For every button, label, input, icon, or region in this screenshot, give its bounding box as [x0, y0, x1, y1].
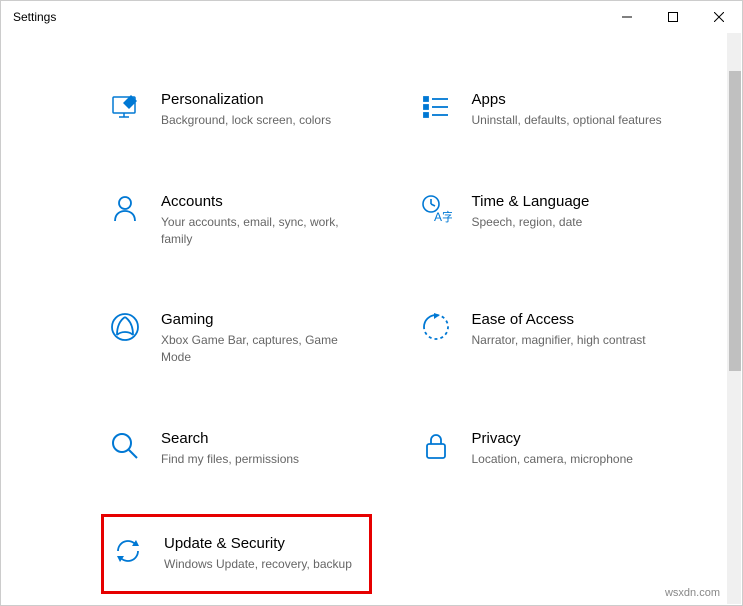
watermark: wsxdn.com [665, 587, 720, 599]
category-text: Update & Security Windows Update, recove… [164, 535, 361, 573]
category-search[interactable]: Search Find my files, permissions [101, 422, 372, 476]
category-title: Search [161, 430, 364, 447]
category-title: Personalization [161, 91, 364, 108]
window-title: Settings [13, 10, 56, 24]
window-controls [604, 1, 742, 33]
category-desc: Location, camera, microphone [472, 451, 675, 468]
time-language-icon: A字 [420, 193, 452, 225]
category-desc: Speech, region, date [472, 214, 675, 231]
accounts-icon [109, 193, 141, 225]
category-title: Update & Security [164, 535, 361, 552]
category-desc: Windows Update, recovery, backup [164, 556, 361, 573]
category-desc: Find my files, permissions [161, 451, 364, 468]
category-title: Accounts [161, 193, 364, 210]
category-text: Personalization Background, lock screen,… [161, 91, 364, 129]
update-security-icon [112, 535, 144, 567]
settings-grid: Personalization Background, lock screen,… [1, 33, 742, 604]
svg-text:A字: A字 [434, 209, 452, 224]
gaming-icon [109, 311, 141, 343]
category-accounts[interactable]: Accounts Your accounts, email, sync, wor… [101, 185, 372, 256]
scrollbar-thumb[interactable] [729, 71, 741, 371]
maximize-button[interactable] [650, 1, 696, 33]
category-update-security[interactable]: Update & Security Windows Update, recove… [101, 514, 372, 594]
privacy-icon [420, 430, 452, 462]
category-desc: Your accounts, email, sync, work, family [161, 214, 364, 248]
category-text: Search Find my files, permissions [161, 430, 364, 468]
category-ease-of-access[interactable]: Ease of Access Narrator, magnifier, high… [412, 303, 683, 374]
titlebar: Settings [1, 1, 742, 33]
category-text: Accounts Your accounts, email, sync, wor… [161, 193, 364, 248]
category-time-language[interactable]: A字 Time & Language Speech, region, date [412, 185, 683, 256]
search-icon [109, 430, 141, 462]
personalization-icon [109, 91, 141, 123]
category-desc: Xbox Game Bar, captures, Game Mode [161, 332, 364, 366]
category-apps[interactable]: Apps Uninstall, defaults, optional featu… [412, 83, 683, 137]
category-personalization[interactable]: Personalization Background, lock screen,… [101, 83, 372, 137]
category-text: Privacy Location, camera, microphone [472, 430, 675, 468]
category-desc: Background, lock screen, colors [161, 112, 364, 129]
category-text: Apps Uninstall, defaults, optional featu… [472, 91, 675, 129]
apps-icon [420, 91, 452, 123]
close-button[interactable] [696, 1, 742, 33]
category-desc: Narrator, magnifier, high contrast [472, 332, 675, 349]
category-privacy[interactable]: Privacy Location, camera, microphone [412, 422, 683, 476]
category-title: Privacy [472, 430, 675, 447]
category-desc: Uninstall, defaults, optional features [472, 112, 675, 129]
category-text: Ease of Access Narrator, magnifier, high… [472, 311, 675, 349]
category-title: Time & Language [472, 193, 675, 210]
ease-of-access-icon [420, 311, 452, 343]
category-title: Ease of Access [472, 311, 675, 328]
category-title: Gaming [161, 311, 364, 328]
minimize-button[interactable] [604, 1, 650, 33]
category-text: Time & Language Speech, region, date [472, 193, 675, 231]
category-gaming[interactable]: Gaming Xbox Game Bar, captures, Game Mod… [101, 303, 372, 374]
category-text: Gaming Xbox Game Bar, captures, Game Mod… [161, 311, 364, 366]
category-title: Apps [472, 91, 675, 108]
